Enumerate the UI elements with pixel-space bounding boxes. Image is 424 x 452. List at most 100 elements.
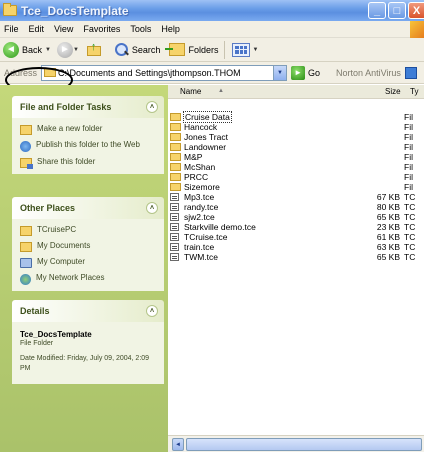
file-name[interactable]: Cruise Data (183, 111, 232, 123)
panel-body: Tce_DocsTemplate File Folder Date Modifi… (12, 322, 164, 384)
file-row[interactable]: Starkville demo.tce 23 KB TC (168, 222, 424, 232)
file-name[interactable]: PRCC (184, 172, 208, 182)
file-folder-tasks-panel: File and Folder Tasks ˄ Make a new folde… (12, 96, 164, 174)
back-button[interactable]: Back (22, 45, 42, 55)
file-row[interactable]: randy.tce 80 KB TC (168, 202, 424, 212)
title-bar[interactable]: Tce_DocsTemplate _ □ X (0, 0, 424, 21)
panel-header[interactable]: Details ˄ (12, 300, 164, 322)
task-share-folder[interactable]: Share this folder (20, 157, 156, 169)
place-my-documents[interactable]: My Documents (20, 241, 156, 252)
tce-file-icon (170, 193, 179, 201)
folder-row[interactable]: Hancock Fil (168, 122, 424, 132)
address-dropdown-icon[interactable]: ▼ (273, 65, 287, 80)
menu-favorites[interactable]: Favorites (83, 24, 120, 34)
place-my-network-places[interactable]: My Network Places (20, 273, 156, 285)
menu-file[interactable]: File (4, 24, 19, 34)
folder-row[interactable]: PRCC Fil (168, 172, 424, 182)
up-folder-button[interactable]: ↑ (86, 40, 103, 57)
forward-dropdown-icon[interactable]: ▼ (73, 47, 79, 53)
go-button[interactable]: Go (308, 68, 320, 78)
file-type: Fil (404, 162, 413, 172)
file-name[interactable]: McShan (184, 162, 215, 172)
views-button[interactable] (232, 42, 251, 57)
place-tcruisepc[interactable]: TCruisePC (20, 225, 156, 236)
back-dropdown-icon[interactable]: ▼ (45, 47, 51, 53)
column-size[interactable]: Size (385, 87, 401, 96)
folder-icon (170, 163, 181, 171)
panel-title: Details (20, 306, 50, 316)
folder-row[interactable]: Cruise Data Fil (168, 111, 424, 123)
folder-row[interactable]: Landowner Fil (168, 142, 424, 152)
file-name[interactable]: Starkville demo.tce (184, 222, 256, 232)
file-list[interactable]: Name ▲ Size Ty Cruise Data Fil Hancock Fil J… (168, 85, 424, 435)
address-path[interactable]: C:\Documents and Settings\jthompson.THOM (58, 68, 241, 78)
file-name[interactable]: Jones Tract (184, 132, 228, 142)
folder-icon (44, 68, 57, 77)
file-row[interactable]: Mp3.tce 67 KB TC (168, 192, 424, 202)
column-name[interactable]: Name (180, 87, 201, 96)
views-dropdown-icon[interactable]: ▼ (252, 47, 258, 53)
collapse-chevron-icon[interactable]: ˄ (146, 202, 158, 214)
file-type: TC (404, 192, 416, 202)
collapse-chevron-icon[interactable]: ˄ (146, 305, 158, 317)
tce-file-icon (170, 253, 179, 261)
folder-row[interactable]: McShan Fil (168, 162, 424, 172)
search-icon[interactable] (114, 42, 129, 57)
menu-tools[interactable]: Tools (130, 24, 151, 34)
scroll-left-icon[interactable]: ◄ (172, 438, 184, 451)
folders-icon[interactable] (165, 43, 186, 56)
panel-header[interactable]: Other Places ˄ (12, 197, 164, 219)
file-type: Fil (404, 172, 413, 182)
task-publish-to-web[interactable]: Publish this folder to the Web (20, 140, 156, 152)
folder-row[interactable]: M&P Fil (168, 152, 424, 162)
file-name[interactable]: randy.tce (184, 202, 218, 212)
file-type: TC (404, 232, 416, 242)
horizontal-scrollbar[interactable]: ◄ (168, 435, 424, 452)
details-panel: Details ˄ Tce_DocsTemplate File Folder D… (12, 300, 164, 384)
file-name[interactable]: Landowner (184, 142, 226, 152)
file-size: 23 KB (376, 222, 400, 232)
collapse-chevron-icon[interactable]: ˄ (146, 101, 158, 113)
maximize-button[interactable]: □ (388, 2, 406, 19)
file-row[interactable]: TWM.tce 65 KB TC (168, 252, 424, 262)
folder-row[interactable]: Jones Tract Fil (168, 132, 424, 142)
back-arrow-icon[interactable]: ◄ (3, 41, 19, 58)
file-type: TC (404, 222, 416, 232)
search-button[interactable]: Search (132, 45, 161, 55)
place-my-computer[interactable]: My Computer (20, 257, 156, 268)
file-name[interactable]: M&P (184, 152, 202, 162)
menu-help[interactable]: Help (161, 24, 180, 34)
file-row[interactable]: TCruise.tce 61 KB TC (168, 232, 424, 242)
file-type: TC (404, 252, 416, 262)
norton-antivirus-icon[interactable] (404, 66, 417, 79)
file-size: 65 KB (376, 252, 400, 262)
menu-edit[interactable]: Edit (29, 24, 45, 34)
minimize-button[interactable]: _ (368, 2, 386, 19)
column-type[interactable]: Ty (410, 87, 418, 96)
folder-row[interactable]: Sizemore Fil (168, 182, 424, 192)
close-button[interactable]: X (408, 2, 424, 19)
norton-antivirus-label[interactable]: Norton AntiVirus (336, 68, 401, 78)
folder-icon (170, 123, 181, 131)
place-label: My Computer (37, 257, 86, 266)
menu-view[interactable]: View (54, 24, 73, 34)
scroll-thumb[interactable] (186, 438, 422, 451)
forward-button[interactable]: ► (56, 41, 73, 58)
folders-button[interactable]: Folders (188, 45, 218, 55)
file-name[interactable]: Mp3.tce (184, 192, 214, 202)
up-arrow-icon: ↑ (90, 40, 97, 53)
file-row[interactable]: sjw2.tce 65 KB TC (168, 212, 424, 222)
window-controls: _ □ X (368, 2, 424, 19)
task-make-new-folder[interactable]: Make a new folder (20, 124, 156, 135)
file-name[interactable]: Hancock (184, 122, 217, 132)
file-name[interactable]: Sizemore (184, 182, 220, 192)
file-name[interactable]: train.tce (184, 242, 214, 252)
file-name[interactable]: TCruise.tce (184, 232, 227, 242)
address-field[interactable]: C:\Documents and Settings\jthompson.THOM… (41, 64, 288, 81)
panel-header[interactable]: File and Folder Tasks ˄ (12, 96, 164, 118)
file-name[interactable]: sjw2.tce (184, 212, 215, 222)
file-name[interactable]: TWM.tce (184, 252, 218, 262)
go-arrow-icon[interactable]: ► (291, 65, 306, 80)
file-row[interactable]: train.tce 63 KB TC (168, 242, 424, 252)
computer-icon (20, 258, 32, 268)
